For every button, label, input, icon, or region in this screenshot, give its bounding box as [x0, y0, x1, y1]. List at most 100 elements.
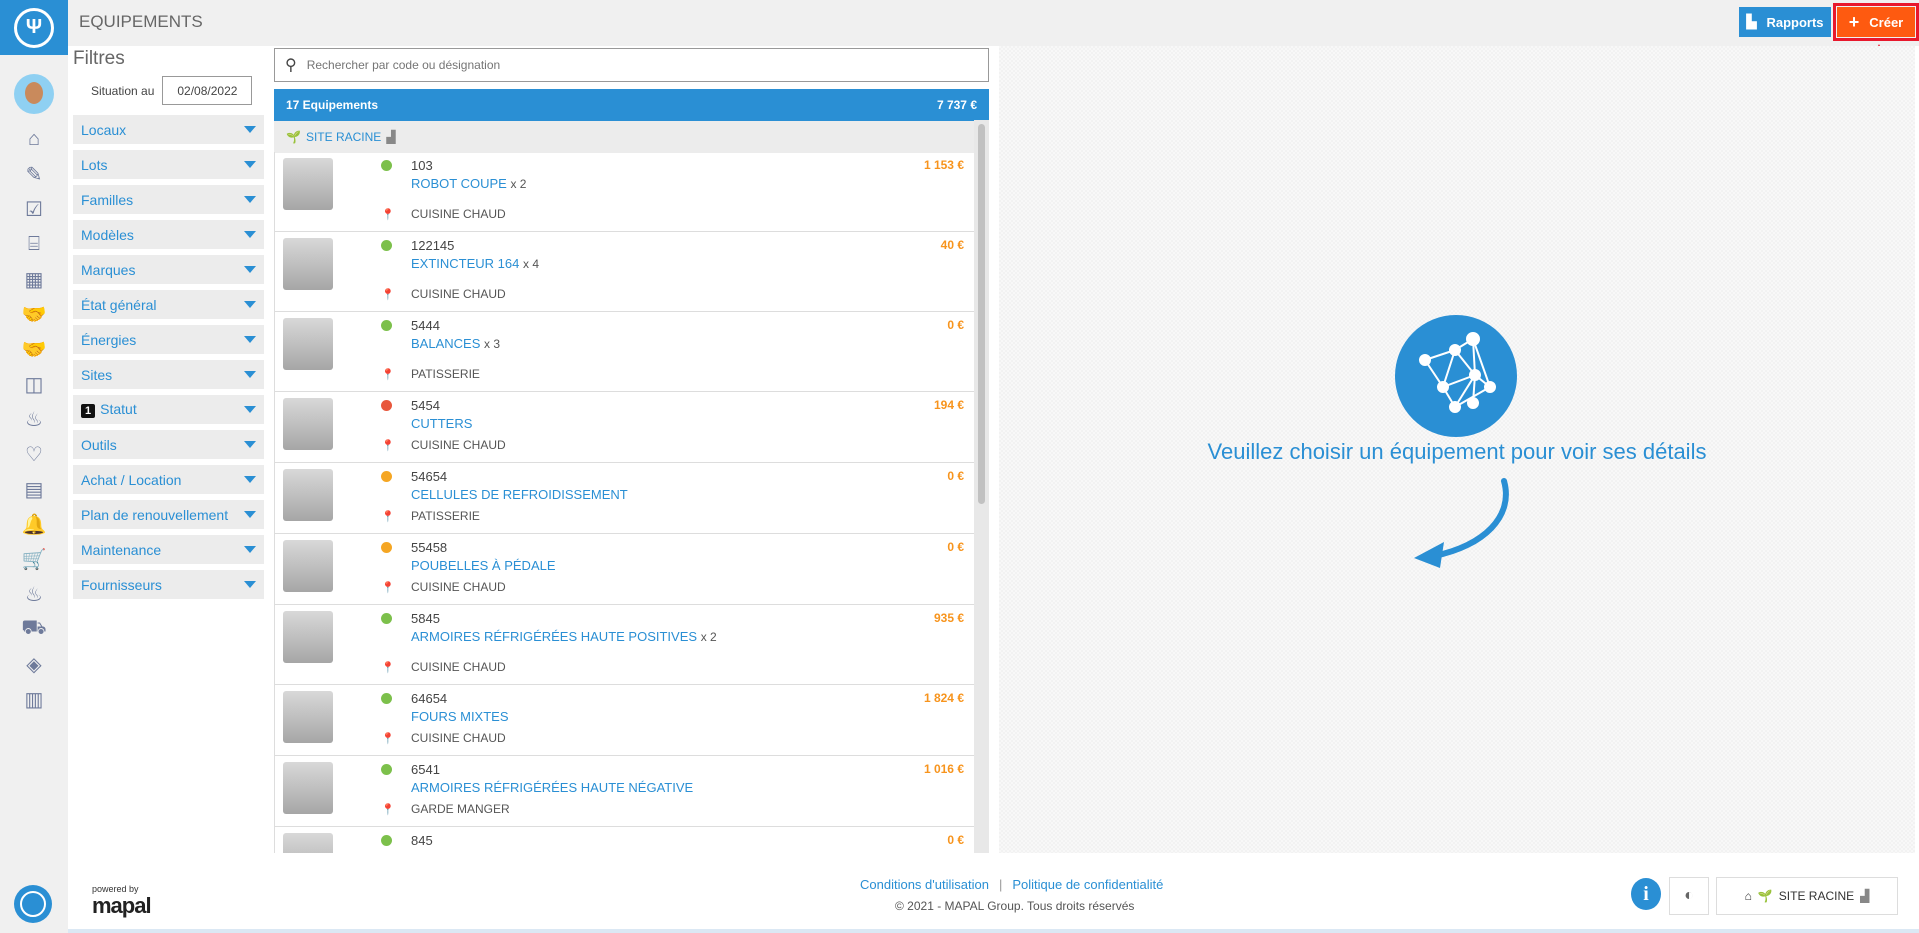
equipment-code: 5845: [411, 611, 440, 626]
list-item[interactable]: 122145 EXTINCTEUR 164 x 4 📍 CUISINE CHAUD…: [275, 232, 974, 312]
truck-icon[interactable]: ⛟: [0, 612, 68, 647]
list-item[interactable]: 845 EXTINCTEUR 148 x 2 0 €: [275, 827, 974, 853]
list-item[interactable]: 5454 CUTTERS 📍 CUISINE CHAUD 194 €: [275, 392, 974, 463]
caret-down-icon: [244, 231, 256, 238]
list-scrollbar[interactable]: [974, 120, 989, 853]
cart-icon[interactable]: 🛒: [0, 542, 68, 577]
situation-date-input[interactable]: [162, 76, 253, 105]
home-icon[interactable]: ⌂: [0, 122, 68, 157]
location-pin-icon: 📍: [381, 662, 395, 674]
equipment-qty: x 2: [700, 630, 717, 644]
filter-sites[interactable]: Sites: [73, 360, 264, 389]
site-group-row[interactable]: 🌱 SITE RACINE ▟: [274, 121, 989, 153]
layers-icon[interactable]: ◈: [0, 647, 68, 682]
list-item[interactable]: 54654 CELLULES DE REFROIDISSEMENT 📍 PATIS…: [275, 463, 974, 534]
filter-outils[interactable]: Outils: [73, 430, 264, 459]
equipment-name[interactable]: FOURS MIXTES: [411, 709, 509, 724]
equipment-price: 1 153 €: [923, 158, 964, 172]
equipment-name[interactable]: EXTINCTEUR 148 x 2: [411, 851, 539, 853]
equipment-thumbnail: [283, 469, 333, 521]
feedback-icon[interactable]: ◐: [1669, 877, 1709, 915]
rapports-button[interactable]: ▙ Rapports: [1739, 7, 1831, 37]
list-item[interactable]: 5845 ARMOIRES RÉFRIGÉRÉES HAUTE POSITIVE…: [275, 605, 974, 685]
calculator-icon[interactable]: ▥: [0, 682, 68, 717]
location-pin-icon: 📍: [381, 209, 395, 221]
caret-down-icon: [244, 371, 256, 378]
list-item[interactable]: 5444 BALANCES x 3 📍 PATISSERIE 0 €: [275, 312, 974, 392]
equipment-code: 55458: [411, 540, 448, 555]
terms-link[interactable]: Conditions d'utilisation: [860, 877, 989, 892]
chef-hat-icon[interactable]: ♨: [0, 402, 68, 437]
location-pin-icon: 📍: [381, 733, 395, 745]
condition-smiley-icon: [381, 471, 392, 482]
bell-icon[interactable]: 🔔: [0, 507, 68, 542]
filter-état-général[interactable]: État général: [73, 290, 264, 319]
filter-statut[interactable]: 1 Statut: [73, 395, 264, 424]
filter-achat-location[interactable]: Achat / Location: [73, 465, 264, 494]
equipment-name[interactable]: EXTINCTEUR 164 x 4: [411, 256, 539, 271]
building-icon[interactable]: ▦: [0, 262, 68, 297]
equipment-qty: x 4: [523, 257, 540, 271]
dish-icon[interactable]: ♨: [0, 577, 68, 612]
handshake-icon[interactable]: 🤝: [0, 297, 68, 332]
equipment-code: 5454: [411, 398, 440, 413]
store-icon[interactable]: ⌸: [0, 227, 68, 262]
equipment-name[interactable]: ROBOT COUPE x 2: [411, 176, 526, 191]
list-header: 17 Equipements 7 737 €: [274, 89, 989, 121]
site-selector-button[interactable]: ⌂ 🌱 SITE RACINE ▟: [1716, 877, 1898, 915]
location-pin-icon: 📍: [381, 804, 395, 816]
edit-icon[interactable]: ✎: [0, 157, 68, 192]
list-item[interactable]: 55458 POUBELLES À PÉDALE 📍 CUISINE CHAUD …: [275, 534, 974, 605]
equipment-location: CUISINE CHAUD: [411, 438, 506, 452]
filter-lots[interactable]: Lots: [73, 150, 264, 179]
search-bar[interactable]: ⚲: [274, 48, 989, 82]
list-item[interactable]: 103 ROBOT COUPE x 2 📍 CUISINE CHAUD 1 153…: [275, 152, 974, 232]
situation-label: Situation au: [91, 83, 155, 98]
equipment-name[interactable]: CELLULES DE REFROIDISSEMENT: [411, 487, 628, 502]
avatar[interactable]: [14, 74, 54, 114]
total-value: 7 737 €: [936, 98, 977, 112]
invoice-icon[interactable]: ▤: [0, 472, 68, 507]
equipment-name[interactable]: POUBELLES À PÉDALE: [411, 558, 556, 573]
location-pin-icon: 📍: [381, 582, 395, 594]
equipment-location: CUISINE CHAUD: [411, 207, 506, 221]
filter-familles[interactable]: Familles: [73, 185, 264, 214]
clipboard-check-icon[interactable]: ☑: [0, 192, 68, 227]
heart-list-icon[interactable]: ♡: [0, 437, 68, 472]
equipment-location: CUISINE CHAUD: [411, 660, 506, 674]
privacy-link[interactable]: Politique de confidentialité: [1012, 877, 1163, 892]
condition-smiley-icon: [381, 613, 392, 624]
caret-down-icon: [244, 441, 256, 448]
filter-modèles[interactable]: Modèles: [73, 220, 264, 249]
filter-fournisseurs[interactable]: Fournisseurs: [73, 570, 264, 599]
condition-smiley-icon: [381, 835, 392, 846]
bag-icon[interactable]: ◫: [0, 367, 68, 402]
creer-button[interactable]: + Créer: [1833, 3, 1919, 41]
list-item[interactable]: 64654 FOURS MIXTES 📍 CUISINE CHAUD 1 824 …: [275, 685, 974, 756]
caret-down-icon: [244, 476, 256, 483]
condition-smiley-icon: [381, 320, 392, 331]
filter-plan-de-renouvellement[interactable]: Plan de renouvellement: [73, 500, 264, 529]
list-item[interactable]: 6541 ARMOIRES RÉFRIGÉRÉES HAUTE NÉGATIVE…: [275, 756, 974, 827]
equipment-name[interactable]: BALANCES x 3: [411, 336, 500, 351]
search-input[interactable]: [306, 58, 907, 72]
page-title: EQUIPEMENTS: [79, 12, 203, 31]
filter-maintenance[interactable]: Maintenance: [73, 535, 264, 564]
handshake-icon[interactable]: 🤝: [0, 332, 68, 367]
equipment-price: 0 €: [947, 318, 964, 332]
home-icon: ⌂: [1744, 889, 1752, 903]
caret-down-icon: [244, 581, 256, 588]
condition-smiley-icon: [381, 160, 392, 171]
filter-marques[interactable]: Marques: [73, 255, 264, 284]
equipment-price: 40 €: [940, 238, 964, 252]
equipment-name[interactable]: ARMOIRES RÉFRIGÉRÉES HAUTE NÉGATIVE: [411, 780, 693, 795]
mapal-logo-icon[interactable]: [14, 885, 52, 923]
app-logo[interactable]: Ψ: [0, 0, 68, 55]
equipment-name[interactable]: CUTTERS: [411, 416, 472, 431]
equipment-code: 64654: [411, 691, 448, 706]
filter-énergies[interactable]: Énergies: [73, 325, 264, 354]
filter-locaux[interactable]: Locaux: [73, 115, 264, 144]
equipment-name[interactable]: ARMOIRES RÉFRIGÉRÉES HAUTE POSITIVES x 2: [411, 629, 717, 644]
location-pin-icon: 📍: [381, 511, 395, 523]
info-icon[interactable]: i: [1631, 878, 1661, 910]
